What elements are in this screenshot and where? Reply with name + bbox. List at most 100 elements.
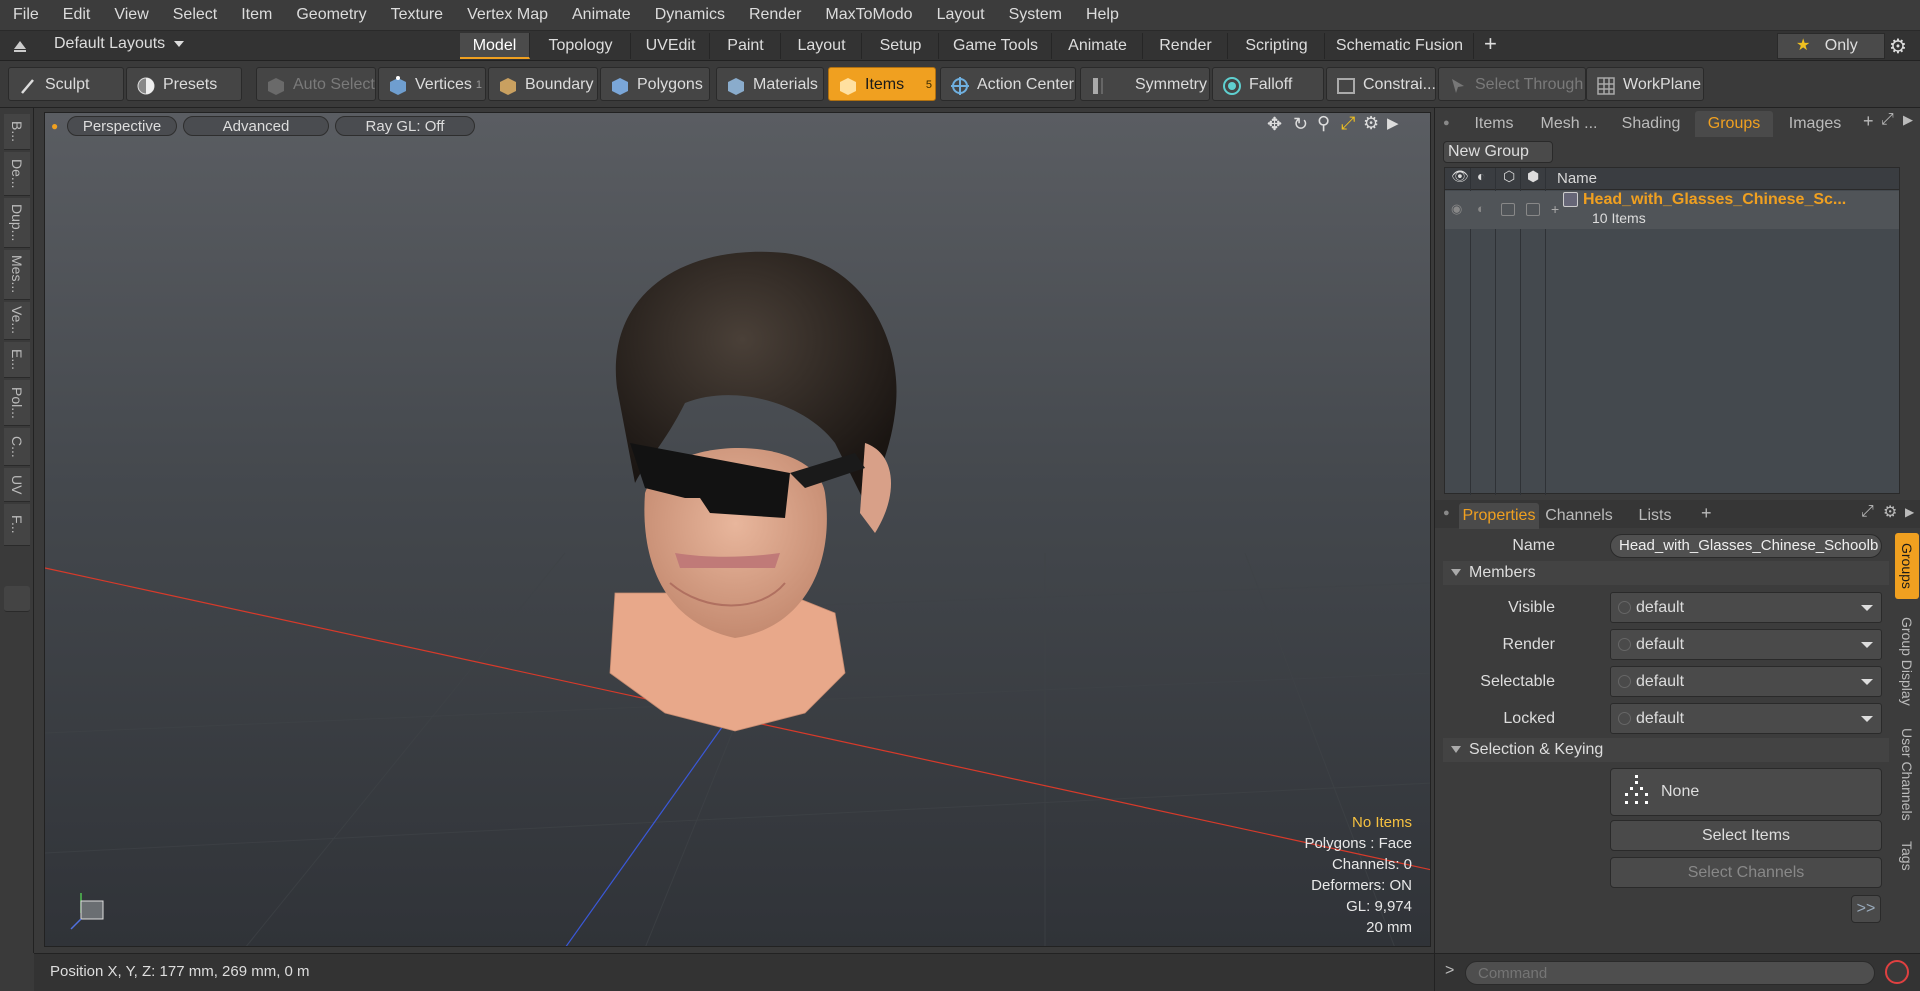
- left-tab-1[interactable]: De...: [4, 152, 30, 196]
- new-group-button[interactable]: New Group: [1443, 141, 1553, 163]
- tab-images[interactable]: Images: [1777, 111, 1853, 137]
- left-tab-4[interactable]: Ve...: [4, 302, 30, 340]
- name-column-header[interactable]: Name: [1557, 170, 1597, 187]
- tab-render[interactable]: Render: [1144, 33, 1228, 59]
- action-center-button[interactable]: Action Center: [940, 67, 1076, 101]
- add-tab-button[interactable]: +: [1484, 31, 1497, 57]
- view-perspective-button[interactable]: Perspective: [67, 116, 177, 136]
- tab-shading[interactable]: Shading: [1611, 111, 1691, 137]
- visible-select[interactable]: default: [1610, 592, 1882, 623]
- fit-view-icon[interactable]: ⤢: [1341, 113, 1355, 134]
- props-menu-icon[interactable]: ▶: [1905, 505, 1914, 519]
- menu-maxtomodo[interactable]: MaxToModo: [812, 6, 923, 24]
- selectable-select[interactable]: default: [1610, 666, 1882, 697]
- vertices-button[interactable]: Vertices 1: [378, 67, 486, 101]
- row-eye-icon[interactable]: ◉: [1451, 201, 1462, 217]
- symmetry-button[interactable]: Symmetry: [1080, 67, 1210, 101]
- menu-help[interactable]: Help: [1073, 6, 1130, 24]
- add-panel-tab-icon[interactable]: +: [1863, 111, 1874, 132]
- tab-topology[interactable]: Topology: [531, 33, 631, 59]
- materials-button[interactable]: Materials: [716, 67, 824, 101]
- tab-mesh[interactable]: Mesh ...: [1531, 111, 1607, 137]
- left-tab-expand[interactable]: [4, 586, 30, 612]
- props-settings-icon[interactable]: ⚙: [1883, 502, 1897, 522]
- name-input[interactable]: Head_with_Glasses_Chinese_Schoolb: [1610, 534, 1882, 558]
- none-button[interactable]: None: [1610, 768, 1882, 816]
- left-tab-8[interactable]: UV: [4, 468, 30, 502]
- lock-icon[interactable]: ⬡: [1503, 168, 1515, 185]
- left-tab-6[interactable]: Pol...: [4, 380, 30, 426]
- presets-button[interactable]: Presets: [126, 67, 242, 101]
- viewport-menu-icon[interactable]: ▶: [1387, 114, 1399, 132]
- expand-plus-icon[interactable]: +: [1551, 201, 1559, 217]
- tab-game-tools[interactable]: Game Tools: [940, 33, 1052, 59]
- left-tab-7[interactable]: C...: [4, 428, 30, 466]
- workplane-button[interactable]: WorkPlane: [1586, 67, 1704, 101]
- expand-props-icon[interactable]: ⤢: [1861, 503, 1874, 521]
- selection-keying-section[interactable]: Selection & Keying: [1443, 738, 1889, 762]
- select-items-button[interactable]: Select Items: [1610, 820, 1882, 851]
- menu-system[interactable]: System: [996, 6, 1073, 24]
- gear-icon[interactable]: ⚙: [1889, 34, 1907, 59]
- boundary-button[interactable]: Boundary: [488, 67, 598, 101]
- menu-render[interactable]: Render: [736, 6, 812, 24]
- more-button[interactable]: >>: [1851, 895, 1881, 923]
- tab-groups[interactable]: Groups: [1695, 111, 1773, 137]
- group-row[interactable]: ◉ ◐ + Head_with_Glasses_Chinese_Sc... 10…: [1445, 191, 1899, 229]
- tab-items[interactable]: Items: [1459, 111, 1529, 137]
- tab-paint[interactable]: Paint: [711, 33, 781, 59]
- side-tab-user-channels[interactable]: User Channels: [1895, 722, 1919, 826]
- tab-schematic-fusion[interactable]: Schematic Fusion: [1326, 33, 1474, 59]
- tab-setup[interactable]: Setup: [863, 33, 939, 59]
- menu-view[interactable]: View: [101, 6, 159, 24]
- side-tab-tags[interactable]: Tags: [1895, 832, 1919, 880]
- row-render-icon[interactable]: ◐: [1477, 201, 1485, 216]
- tab-lists[interactable]: Lists: [1625, 503, 1685, 529]
- menu-file[interactable]: File: [0, 6, 50, 24]
- panel-menu-icon[interactable]: ▶: [1903, 112, 1913, 128]
- move-view-icon[interactable]: ✥: [1267, 114, 1282, 135]
- tab-channels[interactable]: Channels: [1539, 503, 1619, 529]
- render-icon[interactable]: ◐: [1477, 168, 1485, 184]
- tab-uvedit[interactable]: UVEdit: [632, 33, 710, 59]
- left-tab-3[interactable]: Mes...: [4, 250, 30, 300]
- only-toggle[interactable]: ★ Only: [1777, 33, 1885, 59]
- props-dot-icon[interactable]: ●: [1443, 507, 1450, 519]
- select-icon[interactable]: ⬢: [1527, 168, 1539, 185]
- menu-item[interactable]: Item: [228, 6, 283, 24]
- polygons-button[interactable]: Polygons: [600, 67, 710, 101]
- add-props-tab-icon[interactable]: +: [1701, 503, 1712, 524]
- locked-select[interactable]: default: [1610, 703, 1882, 734]
- falloff-button[interactable]: Falloff: [1212, 67, 1324, 101]
- items-button[interactable]: Items 5: [828, 67, 936, 101]
- left-tab-0[interactable]: B...: [4, 114, 30, 150]
- tab-properties[interactable]: Properties: [1459, 503, 1539, 529]
- eye-icon[interactable]: 👁: [1451, 168, 1469, 185]
- collapse-icon[interactable]: [12, 37, 28, 53]
- viewport-dot-icon[interactable]: ●: [51, 119, 58, 133]
- row-select-checkbox[interactable]: [1526, 203, 1540, 216]
- constraints-button[interactable]: Constrai...: [1326, 67, 1436, 101]
- side-tab-groups[interactable]: Groups: [1895, 533, 1919, 599]
- shading-advanced-button[interactable]: Advanced: [183, 116, 329, 136]
- menu-select[interactable]: Select: [160, 6, 228, 24]
- menu-texture[interactable]: Texture: [378, 6, 454, 24]
- menu-geometry[interactable]: Geometry: [283, 6, 377, 24]
- auto-select-button[interactable]: Auto Select: [256, 67, 376, 101]
- 3d-viewport[interactable]: ● Perspective Advanced Ray GL: Off ✥ ↻ ⚲…: [44, 112, 1431, 947]
- rotate-view-icon[interactable]: ↻: [1293, 114, 1308, 135]
- panel-dot-icon[interactable]: ●: [1443, 117, 1450, 129]
- zoom-view-icon[interactable]: ⚲: [1317, 113, 1330, 134]
- menu-edit[interactable]: Edit: [50, 6, 102, 24]
- menu-vertex-map[interactable]: Vertex Map: [454, 6, 559, 24]
- left-tab-2[interactable]: Dup...: [4, 198, 30, 248]
- menu-animate[interactable]: Animate: [559, 6, 642, 24]
- left-tab-5[interactable]: E...: [4, 342, 30, 378]
- menu-layout[interactable]: Layout: [924, 6, 996, 24]
- members-section[interactable]: Members: [1443, 561, 1889, 585]
- raygl-button[interactable]: Ray GL: Off: [335, 116, 475, 136]
- expand-panel-icon[interactable]: ⤢: [1881, 111, 1894, 129]
- viewport-settings-icon[interactable]: ⚙: [1363, 113, 1379, 134]
- tab-scripting[interactable]: Scripting: [1229, 33, 1325, 59]
- command-input[interactable]: [1465, 961, 1875, 985]
